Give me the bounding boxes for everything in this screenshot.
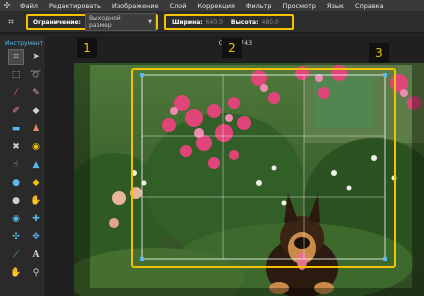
text-tool-icon[interactable]: A [28,247,44,263]
blur-tool-icon[interactable]: ● [8,175,24,191]
tool-panel: Инструмент ⌗ ➤ ⬚ ➰ ⁄ ✎ ✐ ◆ ▬ ♟ ✖ ◉ ☝ ▲ ●… [0,36,46,296]
gradient-tool-icon[interactable]: ▬ [8,121,24,137]
crop-icon: ⌗ [8,16,14,28]
eraser-tool-icon[interactable]: ✖ [8,139,24,155]
pencil-tool-icon[interactable]: ✎ [28,85,44,101]
menu-bar: ✣ Файл Редактировать Изображение Слой Ко… [0,0,424,11]
height-field[interactable]: 480.0 [262,19,279,26]
annotation-badge-2: 2 [222,38,242,58]
menu-image[interactable]: Изображение [106,2,164,10]
chevron-down-icon: ▼ [148,19,152,25]
pinch-tool-icon[interactable]: ✥ [28,229,44,245]
tool-grid: ⌗ ➤ ⬚ ➰ ⁄ ✎ ✐ ◆ ▬ ♟ ✖ ◉ ☝ ▲ ● ◆ ● ✋ ◉ ✚ … [0,49,45,281]
hand-tool-icon[interactable]: ✋ [8,265,24,281]
sponge-tool-icon[interactable]: ◆ [28,175,44,191]
red-eye-tool-icon[interactable]: ◉ [8,211,24,227]
bloat-tool-icon[interactable]: ✣ [8,229,24,245]
constraint-value: Выходной размер [88,15,121,29]
menu-language[interactable]: Язык [321,2,349,10]
move-tool-icon[interactable]: ➤ [28,49,44,65]
zoom-tool-icon[interactable]: ⚲ [28,265,44,281]
document-window: CIMG0743 [47,36,424,296]
smudge-tool-icon[interactable]: ☝ [8,157,24,173]
image-canvas[interactable] [74,63,424,296]
annotation-badge-3: 3 [369,43,389,63]
brush-tool-icon[interactable]: ✐ [8,103,24,119]
app-logo-icon[interactable]: ✣ [0,0,14,11]
constraint-select[interactable]: Выходной размер ▼ [84,13,156,31]
menu-file[interactable]: Файл [14,2,43,10]
width-field[interactable]: 640.0 [206,19,223,26]
annotation-badge-1: 1 [77,38,97,58]
crop-tool-icon[interactable]: ⌗ [8,49,24,65]
photo-dog-flowers [74,63,424,296]
height-label: Высота: [230,18,259,26]
menu-layer[interactable]: Слой [164,2,192,10]
clone-tool-icon[interactable]: ◉ [28,139,44,155]
lasso-tool-icon[interactable]: ➰ [28,67,44,83]
width-label: Ширина: [172,18,203,26]
sharpen-tool-icon[interactable]: ▲ [28,157,44,173]
menu-edit[interactable]: Редактировать [43,2,106,10]
spot-heal-tool-icon[interactable]: ✚ [28,211,44,227]
marquee-tool-icon[interactable]: ⬚ [8,67,24,83]
options-bar: ⌗ Ограничение: Выходной размер ▼ Ширина:… [0,11,424,33]
bucket-tool-icon[interactable]: ◆ [28,103,44,119]
burn-tool-icon[interactable]: ✋ [28,193,44,209]
eyedropper-tool-icon[interactable]: ⟋ [8,247,24,263]
dodge-tool-icon[interactable]: ● [8,193,24,209]
constraint-group: Ограничение: Выходной размер ▼ [26,13,158,31]
menu-adjustment[interactable]: Коррекция [192,2,240,10]
constraint-label: Ограничение: [33,18,81,26]
stamp-tool-icon[interactable]: ♟ [28,121,44,137]
dimensions-group: Ширина: 640.0 Высота: 480.0 [164,14,294,30]
menu-help[interactable]: Справка [349,2,389,10]
menu-view[interactable]: Просмотр [277,2,321,10]
tool-panel-title: Инструмент [5,40,44,47]
menu-filter[interactable]: Фильтр [240,2,277,10]
wand-tool-icon[interactable]: ⁄ [8,85,24,101]
